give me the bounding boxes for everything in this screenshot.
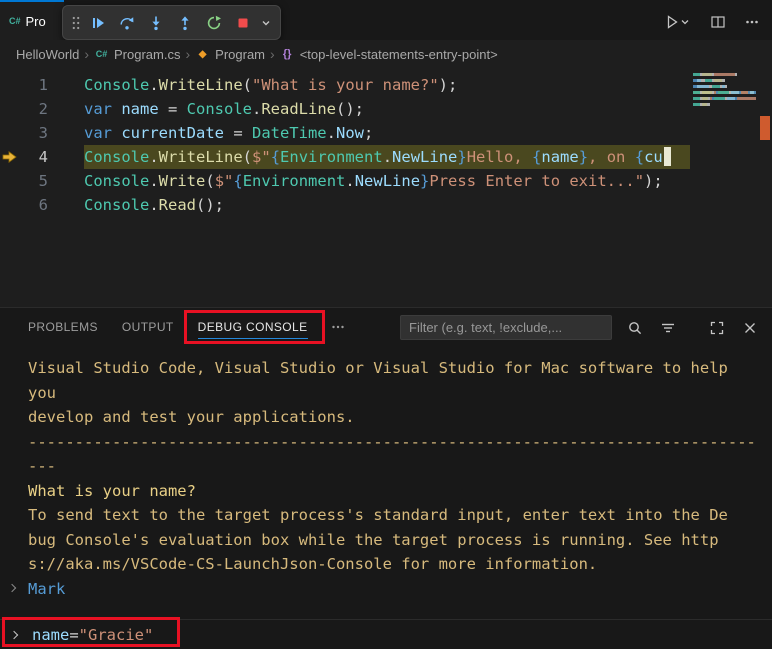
- breadcrumb-separator-icon: ›: [270, 46, 275, 62]
- minimap-line: [693, 91, 756, 94]
- csharp-file-icon: C#: [9, 16, 21, 26]
- code-editor[interactable]: 1 2 3 4 5 6 Console.WriteLine("What is your n…: [0, 68, 690, 307]
- search-button[interactable]: [621, 314, 649, 341]
- console-line: Visual Studio Code, Visual Studio or Vis…: [28, 356, 772, 381]
- console-line: Mark: [28, 577, 772, 602]
- code-line[interactable]: Console.WriteLine($"{Environment.NewLine…: [84, 145, 690, 169]
- code-line[interactable]: Console.Read();: [84, 193, 690, 217]
- line-number: 3: [39, 124, 48, 142]
- breadcrumb-item-0[interactable]: HelloWorld: [16, 47, 79, 62]
- filter-lines-button[interactable]: [654, 314, 682, 341]
- breadcrumb-item-1[interactable]: Program.cs: [114, 47, 180, 62]
- panel-tabs: PROBLEMSOUTPUTDEBUG CONSOLE: [0, 308, 320, 346]
- panel-header: PROBLEMSOUTPUTDEBUG CONSOLE: [0, 308, 772, 346]
- breadcrumb-item-3[interactable]: <top-level-statements-entry-point>: [300, 47, 498, 62]
- prompt-chevron-icon: [10, 631, 18, 639]
- line-number: 4: [39, 148, 48, 166]
- tab-program-cs[interactable]: C# Pro: [0, 0, 64, 40]
- debug-toolbar-dropdown[interactable]: [258, 9, 274, 36]
- line-number: 1: [39, 76, 48, 94]
- code-line[interactable]: var currentDate = DateTime.Now;: [84, 121, 690, 145]
- minimap-line: [693, 85, 756, 88]
- debug-input-text: name="Gracie": [32, 626, 153, 644]
- more-actions-button[interactable]: [738, 8, 766, 35]
- gutter-line[interactable]: 4: [0, 145, 48, 169]
- drag-handle-icon[interactable]: [69, 9, 83, 36]
- csharp-file-icon: C#: [94, 49, 109, 59]
- minimap-line: [693, 73, 756, 76]
- code-line[interactable]: var name = Console.ReadLine();: [84, 97, 690, 121]
- breadcrumb-separator-icon: ›: [84, 46, 89, 62]
- console-line: To send text to the target process's sta…: [28, 503, 772, 528]
- maximize-panel-button[interactable]: [703, 314, 731, 341]
- gutter-line[interactable]: 1: [0, 73, 48, 97]
- breadcrumb-item-2[interactable]: Program: [215, 47, 265, 62]
- gutter-line[interactable]: 5: [0, 169, 48, 193]
- overview-ruler[interactable]: [758, 68, 772, 307]
- line-number: 2: [39, 100, 48, 118]
- console-line: bug Console's evaluation box while the t…: [28, 528, 772, 553]
- code-lines: Console.WriteLine("What is your name?");…: [84, 73, 690, 217]
- input-echo-chevron-icon: [8, 583, 16, 591]
- close-panel-button[interactable]: [736, 314, 764, 341]
- step-into-button[interactable]: [142, 9, 170, 36]
- console-line: you: [28, 381, 772, 406]
- debug-toolbar: [62, 5, 281, 40]
- console-line: ----------------------------------------…: [28, 430, 772, 455]
- vscode-window: C# Pro: [0, 0, 772, 649]
- gutter: 1 2 3 4 5 6: [0, 73, 56, 217]
- gutter-line[interactable]: 6: [0, 193, 48, 217]
- code-line[interactable]: Console.WriteLine("What is your name?");: [84, 73, 690, 97]
- current-statement-icon: [2, 151, 17, 163]
- continue-button[interactable]: [84, 9, 112, 36]
- minimap-line: [693, 79, 756, 82]
- panel-tab-problems[interactable]: PROBLEMS: [16, 308, 110, 346]
- console-output: Visual Studio Code, Visual Studio or Vis…: [0, 346, 772, 619]
- editor-tab-bar: C# Pro: [0, 0, 772, 40]
- console-line: What is your name?: [28, 479, 772, 504]
- console-line: ---: [28, 454, 772, 479]
- code-line[interactable]: Console.Write($"{Environment.NewLine}Pre…: [84, 169, 690, 193]
- panel-tab-output[interactable]: OUTPUT: [110, 308, 186, 346]
- panel-actions: [621, 314, 764, 341]
- panel-tab-debug-console[interactable]: DEBUG CONSOLE: [186, 308, 320, 346]
- minimap-line: [693, 103, 756, 106]
- breadcrumb-separator-icon: ›: [185, 46, 190, 62]
- run-menu-button[interactable]: [660, 8, 698, 35]
- line-number: 6: [39, 196, 48, 214]
- restart-button[interactable]: [200, 9, 228, 36]
- split-editor-button[interactable]: [704, 8, 732, 35]
- step-over-button[interactable]: [113, 9, 141, 36]
- text-cursor: [664, 147, 671, 166]
- step-out-button[interactable]: [171, 9, 199, 36]
- debug-console-input[interactable]: name="Gracie": [0, 619, 772, 649]
- bottom-panel: PROBLEMSOUTPUTDEBUG CONSOLE: [0, 307, 772, 649]
- gutter-line[interactable]: 2: [0, 97, 48, 121]
- editor-actions: [660, 8, 766, 35]
- stop-button[interactable]: [229, 9, 257, 36]
- class-symbol-icon: ◆: [195, 49, 210, 60]
- filter-input[interactable]: [400, 315, 612, 340]
- gutter-line[interactable]: 3: [0, 121, 48, 145]
- debug-line-marker: [760, 116, 770, 140]
- minimap[interactable]: [690, 68, 758, 307]
- console-line: develop and test your applications.: [28, 405, 772, 430]
- line-number: 5: [39, 172, 48, 190]
- minimap-line: [693, 97, 756, 100]
- breadcrumb: HelloWorld › C# Program.cs › ◆ Program › {} <top-…: [0, 40, 772, 68]
- tab-label: Pro: [26, 14, 46, 29]
- more-panel-tabs-button[interactable]: [324, 314, 352, 341]
- console-line: s://aka.ms/VSCode-CS-LaunchJson-Console …: [28, 552, 772, 577]
- method-symbol-icon: {}: [280, 48, 295, 60]
